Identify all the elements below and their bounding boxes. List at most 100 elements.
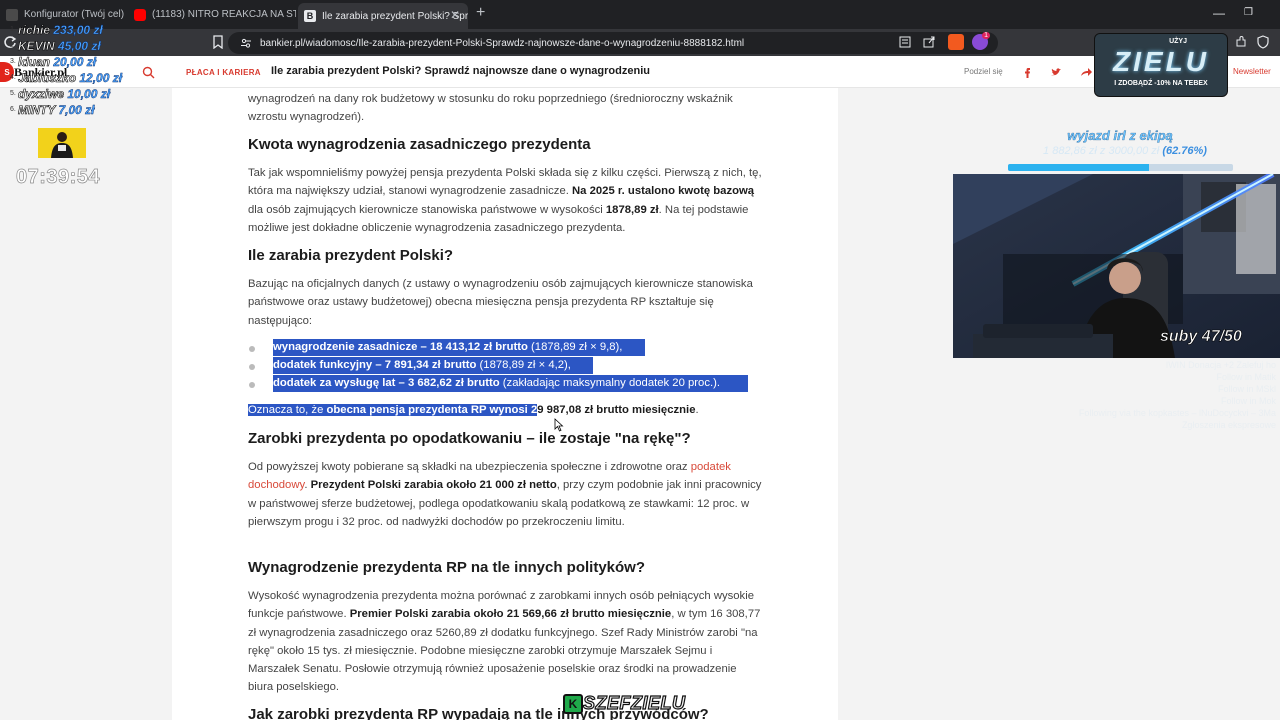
twitter-icon[interactable]: [1050, 66, 1062, 78]
event-item: Zgłoszenia ekspresowe: [1181, 420, 1276, 430]
browser-tab-bar: Konfigurator (Twój cel) (11183) NITRO RE…: [0, 0, 1280, 29]
goal-progress-bar: [1008, 164, 1233, 171]
tab-title: Ile zarabia prezydent Polski? Spr: [322, 10, 468, 22]
rewards-icon[interactable]: 1: [972, 32, 990, 50]
list-bullet: [249, 364, 255, 370]
donation-amount: 20,00 zł: [53, 55, 97, 69]
text-span: (zakładając maksymalny dodatek 20 proc.)…: [499, 377, 721, 389]
event-item: Follow in Mok: [1220, 396, 1276, 406]
bold-span: Prezydent Polski zarabia około 21 000 zł…: [310, 479, 557, 492]
text-span: .: [695, 404, 699, 416]
paragraph-dane: Bazując na oficjalnych danych (z ustawy …: [248, 278, 753, 327]
share-label: Podziel się: [964, 67, 1003, 76]
heading-ile-zarabia: Ile zarabia prezydent Polski?: [248, 247, 454, 264]
browser-toolbar: bankier.pl/wiadomosc/Ile-zarabia-prezyde…: [0, 29, 1280, 56]
event-item: Follow in MSkl: [1217, 384, 1276, 394]
donor-name: richie: [18, 23, 51, 38]
heading-netto: Zarobki prezydenta po opodatkowaniu – il…: [248, 430, 691, 447]
promo-bottom-text: I ZDOBĄDŹ -10% NA TEBEX: [1114, 80, 1208, 87]
category-link[interactable]: PŁACA I KARIERA: [186, 68, 261, 77]
list-bullet: [249, 346, 255, 352]
heading-kwota: Kwota wynagrodzenia zasadniczego prezyde…: [248, 136, 591, 153]
intro-line: wzrostu wynagrodzeń).: [248, 111, 365, 124]
sub-goal-counter: suby 47/50: [1160, 328, 1242, 346]
text-span: (1878,89 zł × 9,8),: [527, 341, 623, 353]
donation-amount: 10,00 zł: [67, 87, 111, 101]
tab-bankier-active[interactable]: B Ile zarabia prezydent Polski? Spr ✕: [298, 3, 468, 29]
bold-span: Na 2025 r. ustalono kwotę bazową: [572, 185, 755, 198]
site-header: S Bankier.pl PŁACA I KARIERA Ile zarabia…: [0, 56, 1280, 88]
donation-row: KEVIN 45,00 zł: [18, 39, 101, 54]
donation-amount: 233,00 zł: [53, 23, 103, 37]
goal-percent: (62.76%): [1162, 145, 1207, 157]
bold-span: wynagrodzenie zasadnicze – 18 413,12 zł …: [273, 341, 528, 353]
list-item-dodatek-funkcyjny[interactable]: dodatek funkcyjny – 7 891,34 zł brutto (…: [273, 357, 593, 374]
text-span: dla osób zajmujących kierownicze stanowi…: [248, 203, 606, 216]
promo-banner: UŻYJ ZIELU I ZDOBĄDŹ -10% NA TEBEX: [1094, 33, 1228, 97]
list-bullet: [249, 382, 255, 388]
donation-row: Jabluszko 12,00 zł: [18, 71, 123, 86]
maximize-button[interactable]: ❐: [1244, 7, 1253, 18]
extension-badge: 1: [982, 32, 990, 39]
goal-progress-fill: [1008, 164, 1150, 171]
donation-amount: 7,00 zł: [58, 103, 95, 117]
text-span: Od powyższej kwoty pobierane są składki …: [248, 461, 691, 473]
channel-watermark: K SZEFZIELU: [563, 692, 721, 718]
extensions-icon[interactable]: [1234, 35, 1248, 49]
donation-rank: 5.: [10, 90, 16, 97]
donor-name: dyxziwe: [18, 87, 65, 102]
watermark-text: SZEFZIELU: [582, 692, 686, 713]
text-span: (1878,89 zł × 4,2),: [476, 359, 571, 371]
goal-value: 1 882,86 zł z 3000,00 zł (62.76%): [1010, 145, 1240, 157]
event-item: Follow in Matik: [1216, 372, 1276, 382]
goal-amounts: 1 882,86 zł z 3000,00 zł: [1043, 145, 1160, 157]
share-icon[interactable]: [922, 35, 936, 49]
site-info-icon[interactable]: [240, 37, 252, 49]
list-item-wysluga[interactable]: dodatek za wysługę lat – 3 682,62 zł bru…: [273, 375, 748, 392]
reader-mode-icon[interactable]: [898, 35, 912, 49]
text-span: , w tym 16 308,77 zł wynagrodzenia zasad…: [248, 608, 761, 694]
tab-title: Konfigurator (Twój cel): [24, 9, 125, 20]
close-tab-icon[interactable]: ✕: [450, 8, 460, 22]
donation-rank: 2.: [10, 42, 16, 49]
new-tab-button[interactable]: +: [476, 4, 485, 22]
promo-top-text: UŻYJ: [1169, 38, 1187, 45]
address-bar[interactable]: bankier.pl/wiadomosc/Ile-zarabia-prezyde…: [228, 32, 998, 54]
person-silhouette-icon: [51, 132, 73, 158]
url-text: bankier.pl/wiadomosc/Ile-zarabia-prezyde…: [260, 37, 745, 49]
tab-title: (11183) NITRO REAKCJA NA STANDU: [152, 9, 296, 20]
intro-line: wynagrodzeń na dany rok budżetowy w stos…: [248, 93, 733, 105]
forward-share-icon[interactable]: [1080, 66, 1092, 78]
summary-sentence[interactable]: Oznacza to, że obecna pensja prezydenta …: [248, 401, 763, 419]
bold-span: obecna pensja prezydenta RP wynosi 2: [326, 404, 538, 416]
list-item-wynagrodzenie[interactable]: wynagrodzenie zasadnicze – 18 413,12 zł …: [273, 339, 645, 356]
bold-span: dodatek funkcyjny – 7 891,34 zł brutto: [273, 359, 477, 371]
minimize-button[interactable]: —: [1213, 6, 1225, 20]
bold-span: 9 987,08 zł brutto miesięcznie: [537, 404, 696, 416]
newsletter-link[interactable]: Newsletter: [1233, 67, 1271, 76]
bold-span: 1878,89 zł: [605, 203, 659, 216]
small-cam-figure: [38, 128, 86, 158]
heading-na-tle: Wynagrodzenie prezydenta RP na tle innyc…: [248, 559, 646, 576]
paragraph-politycy: Wysokość wynagrodzenia prezydenta można …: [248, 587, 763, 697]
goal-title: wyjazd irl z ekipą: [1067, 128, 1173, 143]
event-item: IWIN Donacja +2 Zalefuj ho: [1165, 360, 1276, 370]
paragraph-netto: Od powyższej kwoty pobierane są składki …: [248, 458, 763, 531]
brave-shield-icon[interactable]: [948, 34, 964, 50]
stream-clock: 07:39:54: [16, 166, 101, 189]
search-icon[interactable]: [142, 66, 155, 79]
donation-rank: 3.: [10, 58, 16, 65]
youtube-icon: [134, 8, 146, 21]
vpn-shield-icon[interactable]: [1256, 35, 1270, 49]
bookmark-icon[interactable]: [211, 35, 225, 49]
donation-rank: 6.: [10, 106, 16, 113]
tab-youtube[interactable]: (11183) NITRO REAKCJA NA STANDU: [128, 3, 296, 26]
donor-name: KEVIN: [18, 39, 55, 54]
paragraph-kwota: Tak jak wspomnieliśmy powyżej pensja pre…: [248, 164, 763, 237]
tab-favicon-icon: [6, 8, 18, 21]
donation-rank: 1.: [10, 26, 16, 33]
event-item: Following via the kopkastes – lNuDocyckv…: [1078, 408, 1276, 418]
selected-text: Oznacza to, że obecna pensja prezydenta …: [248, 404, 538, 416]
sticky-article-title: Ile zarabia prezydent Polski? Sprawdź na…: [271, 65, 650, 77]
facebook-icon[interactable]: [1021, 66, 1033, 78]
